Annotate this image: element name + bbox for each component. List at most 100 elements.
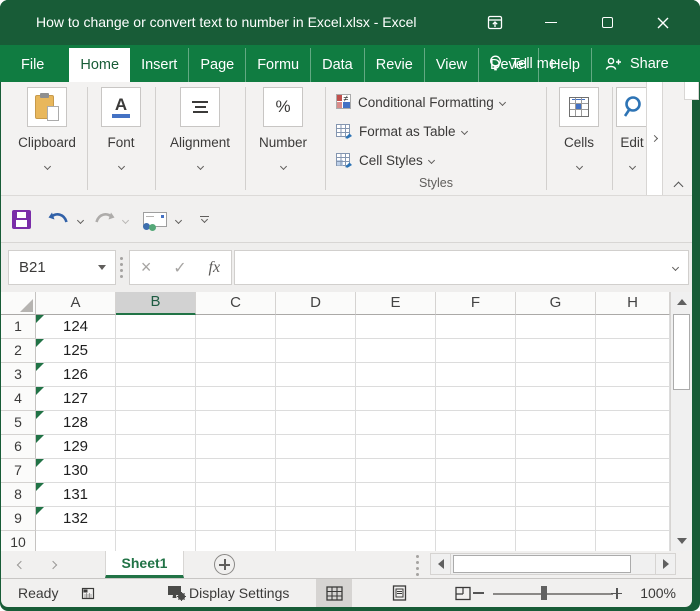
- redo-button[interactable]: [92, 211, 116, 228]
- menu-tab-revie[interactable]: Revie: [364, 48, 424, 82]
- redo-dropdown[interactable]: [123, 210, 128, 228]
- cell-C1[interactable]: [196, 315, 276, 339]
- share-button[interactable]: Share: [605, 45, 669, 82]
- customize-qat-button[interactable]: [200, 216, 209, 223]
- cell-E9[interactable]: [356, 507, 436, 531]
- cell-H3[interactable]: [596, 363, 670, 387]
- cell-E1[interactable]: [356, 315, 436, 339]
- expand-formula-bar-icon[interactable]: [672, 264, 679, 271]
- mail-recipient-button[interactable]: [143, 212, 169, 227]
- cell-styles-button[interactable]: Cell Styles: [336, 149, 434, 171]
- cancel-icon[interactable]: ×: [141, 257, 152, 278]
- cell-E10[interactable]: [356, 531, 436, 551]
- zoom-level-button[interactable]: 100%: [634, 579, 676, 607]
- cell-B7[interactable]: [116, 459, 196, 483]
- cell-D4[interactable]: [276, 387, 356, 411]
- save-button[interactable]: [12, 210, 31, 229]
- cell-H1[interactable]: [596, 315, 670, 339]
- conditional-formatting-button[interactable]: ≠ Conditional Formatting: [336, 91, 505, 113]
- cell-C2[interactable]: [196, 339, 276, 363]
- cell-C4[interactable]: [196, 387, 276, 411]
- menu-tab-formu[interactable]: Formu: [245, 48, 310, 82]
- cell-A1[interactable]: 124: [36, 315, 116, 339]
- cell-B4[interactable]: [116, 387, 196, 411]
- cell-G3[interactable]: [516, 363, 596, 387]
- cell-F6[interactable]: [436, 435, 516, 459]
- ribbon-overflow-button[interactable]: [646, 82, 663, 195]
- new-sheet-button[interactable]: [214, 554, 235, 575]
- cell-A8[interactable]: 131: [36, 483, 116, 507]
- cell-B5[interactable]: [116, 411, 196, 435]
- scroll-down-button[interactable]: [671, 531, 692, 551]
- display-settings-button[interactable]: Display Settings: [167, 579, 289, 607]
- cell-H9[interactable]: [596, 507, 670, 531]
- row-header-7[interactable]: 7: [1, 459, 36, 483]
- cell-D8[interactable]: [276, 483, 356, 507]
- row-header-3[interactable]: 3: [1, 363, 36, 387]
- next-sheet-button[interactable]: [50, 551, 74, 578]
- cell-A9[interactable]: 132: [36, 507, 116, 531]
- cell-G5[interactable]: [516, 411, 596, 435]
- cell-F8[interactable]: [436, 483, 516, 507]
- cell-D3[interactable]: [276, 363, 356, 387]
- sheet-tab-sheet1[interactable]: Sheet1: [105, 551, 184, 578]
- cell-G2[interactable]: [516, 339, 596, 363]
- cell-G1[interactable]: [516, 315, 596, 339]
- cell-A7[interactable]: 130: [36, 459, 116, 483]
- cell-H8[interactable]: [596, 483, 670, 507]
- normal-view-button[interactable]: [316, 579, 352, 607]
- font-group-button[interactable]: A Font: [91, 87, 151, 174]
- vertical-scrollbar[interactable]: [670, 292, 692, 551]
- cell-A4[interactable]: 127: [36, 387, 116, 411]
- cell-F7[interactable]: [436, 459, 516, 483]
- editing-group-button[interactable]: Edit: [616, 87, 648, 174]
- column-header-C[interactable]: C: [196, 292, 276, 315]
- cell-C9[interactable]: [196, 507, 276, 531]
- cell-D5[interactable]: [276, 411, 356, 435]
- ribbon-display-options-button[interactable]: [477, 0, 513, 45]
- collapse-ribbon-button[interactable]: [667, 179, 689, 193]
- column-header-D[interactable]: D: [276, 292, 356, 315]
- cell-A10[interactable]: [36, 531, 116, 551]
- undo-button[interactable]: [47, 211, 71, 228]
- cell-D9[interactable]: [276, 507, 356, 531]
- macro-record-button[interactable]: [80, 579, 96, 607]
- row-header-9[interactable]: 9: [1, 507, 36, 531]
- zoom-in-button[interactable]: [611, 579, 622, 607]
- number-group-button[interactable]: % Number: [249, 87, 317, 174]
- column-header-G[interactable]: G: [516, 292, 596, 315]
- cell-B9[interactable]: [116, 507, 196, 531]
- cell-D1[interactable]: [276, 315, 356, 339]
- vertical-scrollbar-thumb[interactable]: [673, 314, 690, 390]
- previous-sheet-button[interactable]: [18, 551, 42, 578]
- cell-D2[interactable]: [276, 339, 356, 363]
- cell-D6[interactable]: [276, 435, 356, 459]
- cell-G7[interactable]: [516, 459, 596, 483]
- formula-bar-resizer[interactable]: [120, 257, 123, 260]
- clipboard-group-button[interactable]: Clipboard: [11, 87, 83, 174]
- cell-C6[interactable]: [196, 435, 276, 459]
- cell-F3[interactable]: [436, 363, 516, 387]
- scroll-up-button[interactable]: [671, 292, 692, 312]
- cell-H2[interactable]: [596, 339, 670, 363]
- cell-F2[interactable]: [436, 339, 516, 363]
- cell-A2[interactable]: 125: [36, 339, 116, 363]
- cell-B3[interactable]: [116, 363, 196, 387]
- cell-H4[interactable]: [596, 387, 670, 411]
- page-layout-view-button[interactable]: [381, 579, 417, 607]
- cell-G4[interactable]: [516, 387, 596, 411]
- tell-me-button[interactable]: Tell me: [488, 45, 557, 82]
- undo-dropdown[interactable]: [78, 210, 83, 228]
- formula-input[interactable]: [234, 250, 689, 285]
- zoom-slider-thumb[interactable]: [541, 586, 547, 600]
- cells-group-button[interactable]: Cells: [550, 87, 608, 174]
- cell-C3[interactable]: [196, 363, 276, 387]
- maximize-button[interactable]: [589, 0, 625, 45]
- cell-A3[interactable]: 126: [36, 363, 116, 387]
- cell-E4[interactable]: [356, 387, 436, 411]
- row-header-1[interactable]: 1: [1, 315, 36, 339]
- mail-dropdown[interactable]: [176, 210, 181, 228]
- column-header-A[interactable]: A: [36, 292, 116, 315]
- row-header-2[interactable]: 2: [1, 339, 36, 363]
- row-header-10[interactable]: 10: [1, 531, 36, 551]
